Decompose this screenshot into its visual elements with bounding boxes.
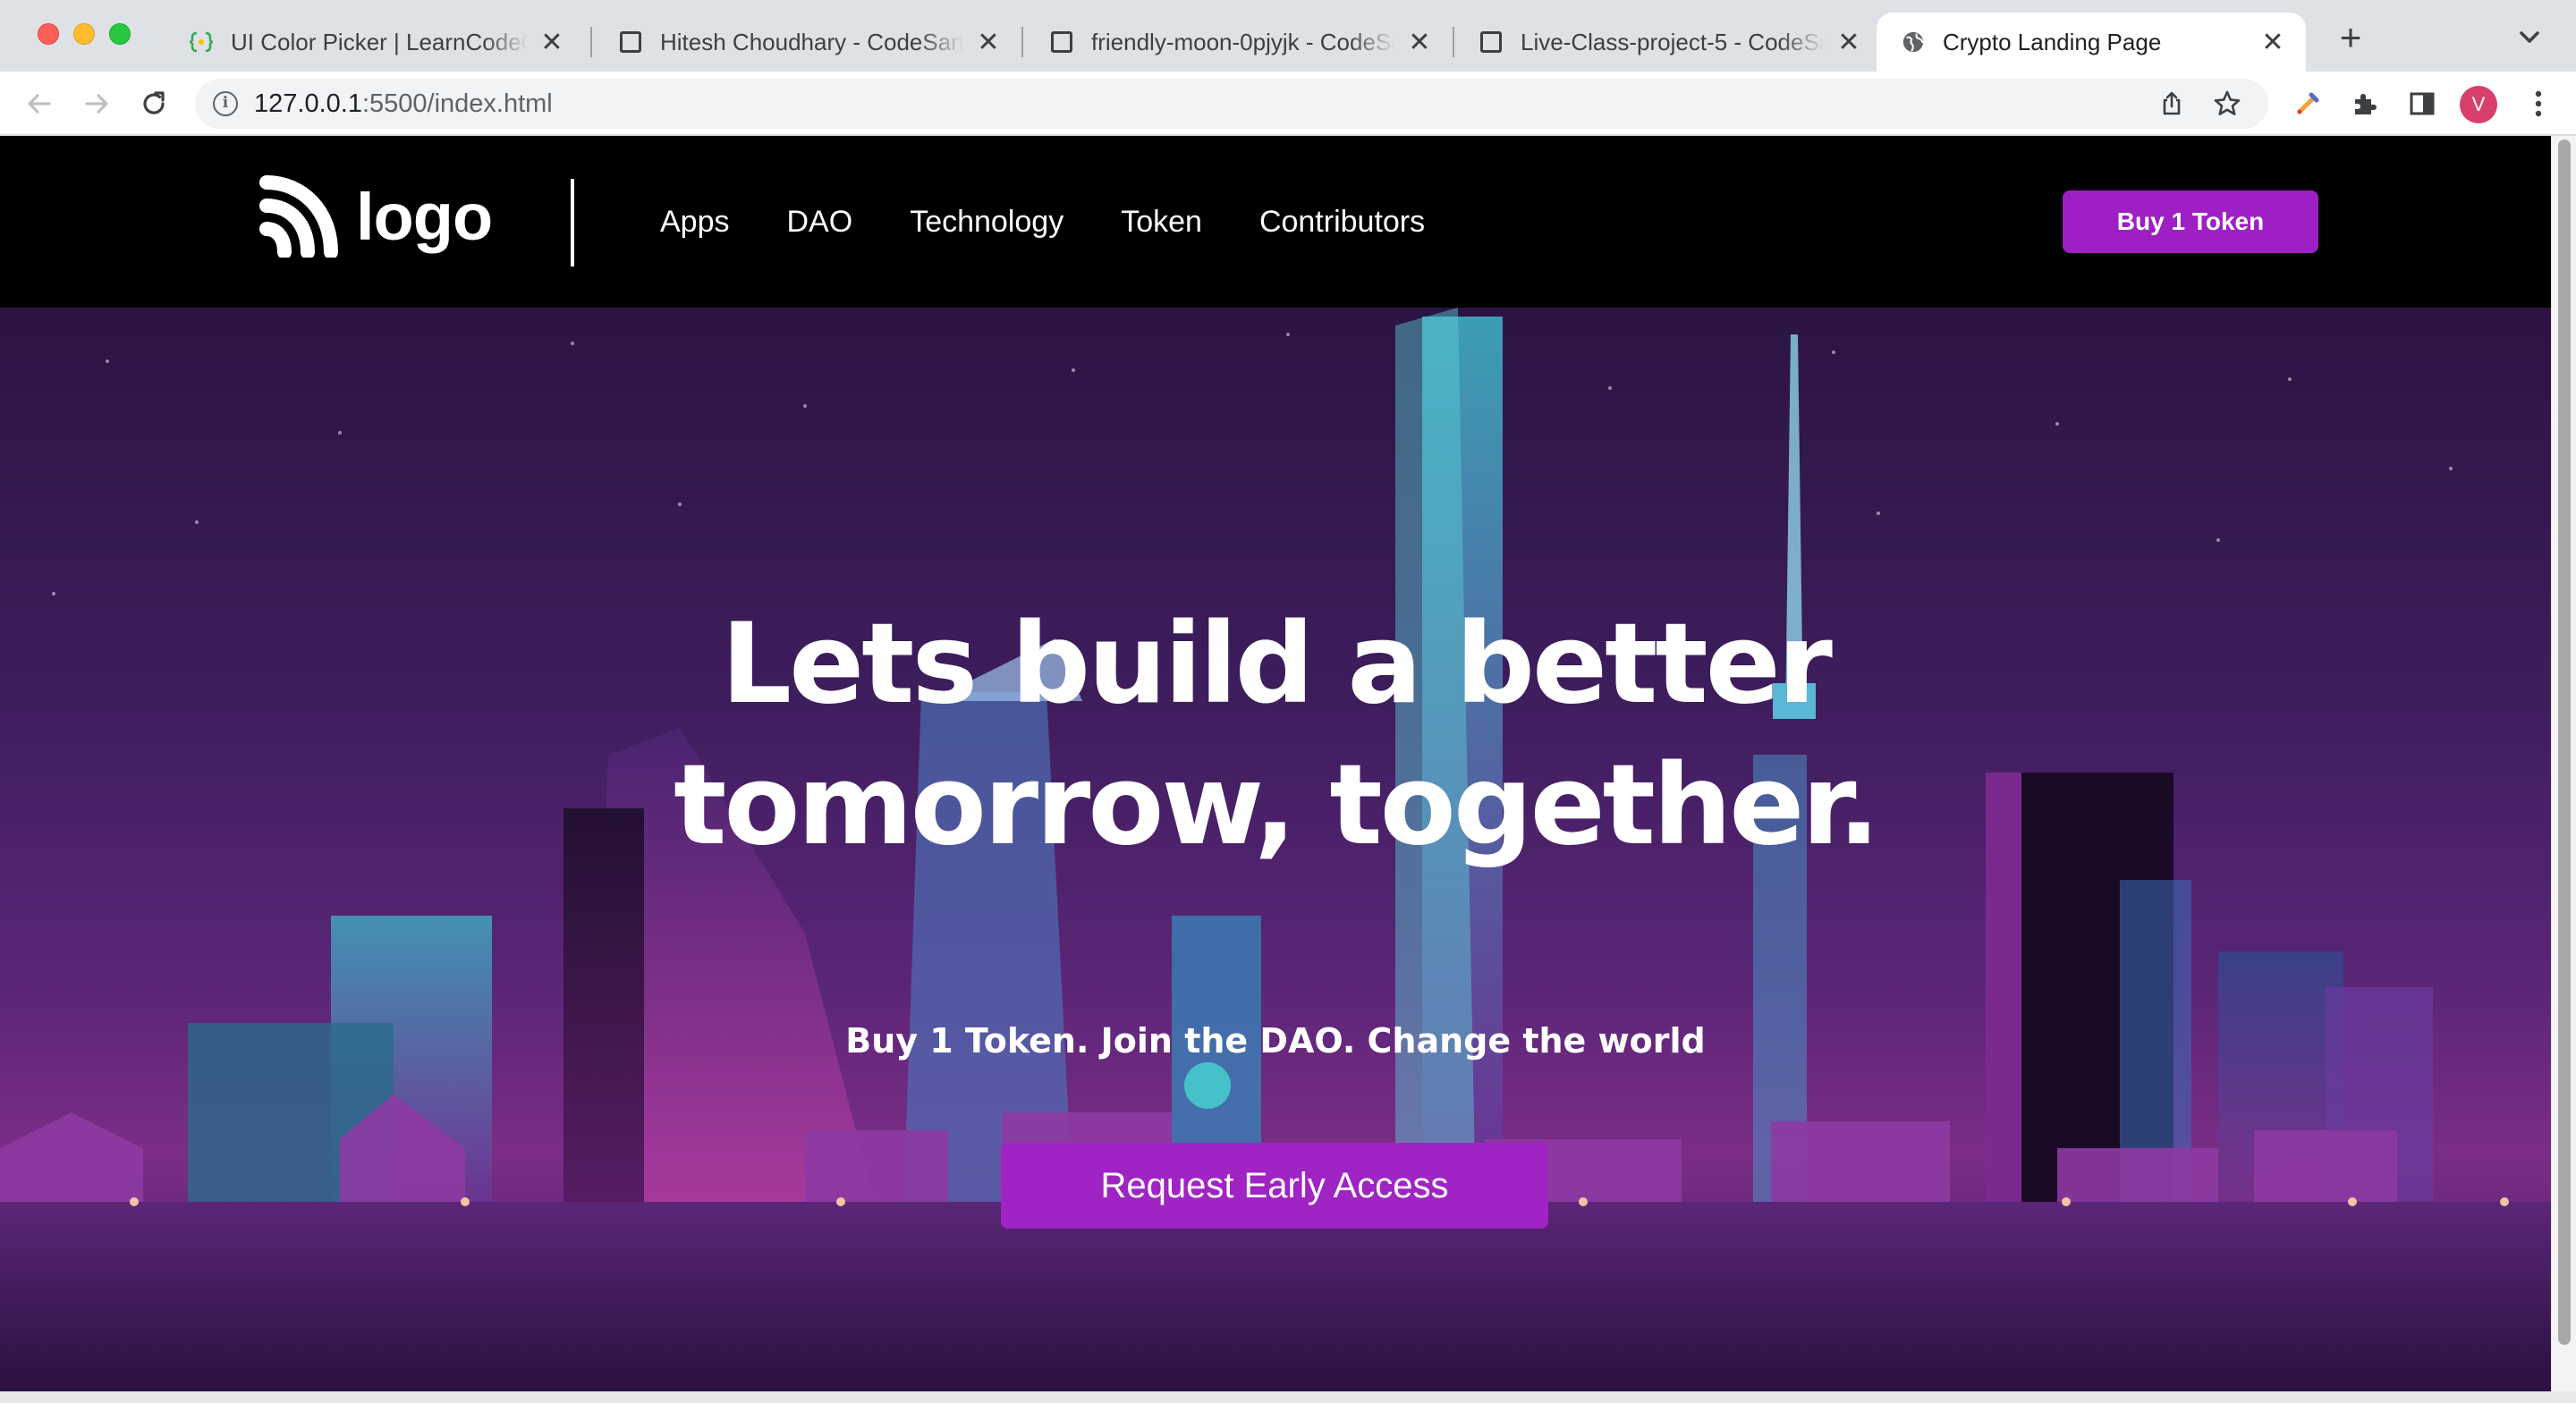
share-icon[interactable] <box>2156 88 2188 120</box>
browser-tab[interactable]: friendly-moon-0pjyjk - CodeSandbox ✕ <box>1025 13 1453 72</box>
browser-tab[interactable]: UI Color Picker | LearnCodeOnline ✕ <box>165 13 585 72</box>
side-panel-icon[interactable] <box>2404 86 2440 122</box>
tab-title: friendly-moon-0pjyjk - CodeSandbox <box>1091 28 1395 55</box>
minimize-window-button[interactable] <box>73 23 95 45</box>
page-viewport: logo Apps DAO Technology Token Contribut… <box>0 136 2551 1391</box>
close-tab-icon[interactable]: ✕ <box>538 27 565 58</box>
logo-mark-icon <box>259 175 338 258</box>
maximize-window-button[interactable] <box>109 23 131 45</box>
tab-search-chevron-icon[interactable] <box>2512 20 2547 55</box>
nav-link-token[interactable]: Token <box>1121 205 1202 240</box>
browser-tab[interactable]: Live-Class-project-5 - CodeSandbox ✕ <box>1454 13 1882 72</box>
tab-title: Hitesh Choudhary - CodeSandbox <box>660 28 964 55</box>
browser-menu-icon[interactable] <box>2521 86 2556 122</box>
close-tab-icon[interactable]: ✕ <box>2259 27 2286 58</box>
hero-section: Lets build a better tomorrow, together. … <box>0 308 2551 1391</box>
logo-text: logo <box>356 179 493 254</box>
hero-headline: Lets build a better tomorrow, together. <box>0 594 2551 876</box>
browser-toolbar: i 127.0.0.1:5500/index.html V <box>0 72 2576 136</box>
close-tab-icon[interactable]: ✕ <box>1406 27 1433 58</box>
profile-avatar[interactable]: V <box>2460 86 2497 123</box>
color-picker-extension-icon[interactable] <box>2290 86 2326 122</box>
headline-line-1: Lets build a better <box>721 600 1833 729</box>
hero-subheadline: Buy 1 Token. Join the DAO. Change the wo… <box>845 1021 1706 1061</box>
new-tab-button[interactable]: + <box>2329 16 2372 59</box>
tab-separator <box>590 27 592 57</box>
reload-icon[interactable] <box>134 84 174 123</box>
browser-tab-strip: UI Color Picker | LearnCodeOnline ✕ Hite… <box>0 0 2576 72</box>
window-bottom-edge <box>0 1391 2576 1403</box>
nav-link-technology[interactable]: Technology <box>910 205 1063 240</box>
brackets-icon <box>190 30 213 54</box>
forward-arrow-icon[interactable] <box>77 84 116 123</box>
browser-tab[interactable]: Hitesh Choudhary - CodeSandbox ✕ <box>594 13 1021 72</box>
site-navbar: logo Apps DAO Technology Token Contribut… <box>0 136 2551 308</box>
globe-icon <box>1902 30 1925 54</box>
codesandbox-icon <box>619 30 642 54</box>
close-tab-icon[interactable]: ✕ <box>1835 27 1862 58</box>
nav-divider <box>571 179 574 266</box>
address-bar[interactable]: i 127.0.0.1:5500/index.html <box>195 79 2268 129</box>
buy-token-button[interactable]: Buy 1 Token <box>2063 190 2318 253</box>
site-info-icon[interactable]: i <box>213 91 238 116</box>
site-logo[interactable]: logo <box>256 175 493 258</box>
request-early-access-button[interactable]: Request Early Access <box>1001 1143 1548 1229</box>
tab-title: Crypto Landing Page <box>1943 28 2162 55</box>
extensions-puzzle-icon[interactable] <box>2347 86 2383 122</box>
tab-title: Live-Class-project-5 - CodeSandbox <box>1521 28 1825 55</box>
tab-title: UI Color Picker | LearnCodeOnline <box>231 28 528 55</box>
nav-link-apps[interactable]: Apps <box>660 205 730 240</box>
nav-link-dao[interactable]: DAO <box>787 205 853 240</box>
close-tab-icon[interactable]: ✕ <box>975 27 1002 58</box>
headline-line-2: tomorrow, together. <box>674 741 1880 870</box>
back-arrow-icon[interactable] <box>20 84 59 123</box>
tab-separator <box>1021 27 1023 57</box>
page-scrollbar[interactable] <box>2551 136 2576 1391</box>
codesandbox-icon <box>1479 30 1503 54</box>
bookmark-star-icon[interactable] <box>2211 88 2243 120</box>
close-window-button[interactable] <box>38 23 59 45</box>
scrollbar-thumb[interactable] <box>2558 139 2571 1345</box>
browser-tab-active[interactable]: Crypto Landing Page ✕ <box>1877 13 2306 72</box>
nav-links: Apps DAO Technology Token Contributors <box>660 136 1425 308</box>
codesandbox-icon <box>1050 30 1073 54</box>
url-text[interactable]: 127.0.0.1:5500/index.html <box>254 89 553 119</box>
nav-link-contributors[interactable]: Contributors <box>1259 205 1425 240</box>
